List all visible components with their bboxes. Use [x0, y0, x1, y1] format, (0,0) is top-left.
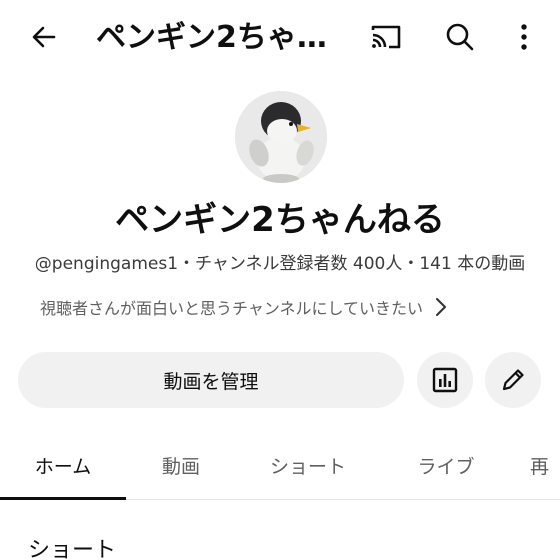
cast-button[interactable]: [362, 13, 410, 61]
channel-description-text: 視聴者さんが面白いと思うチャンネルにしていきたい: [40, 299, 424, 318]
manage-videos-button[interactable]: 動画を管理: [18, 352, 404, 408]
tab-partial[interactable]: 再: [530, 432, 560, 498]
channel-avatar[interactable]: [235, 91, 327, 183]
edit-pencil-icon: [502, 369, 524, 391]
channel-name: ペンギン2ちゃんねる: [115, 200, 445, 240]
channel-description[interactable]: 視聴者さんが面白いと思うチャンネルにしていきたい: [40, 294, 530, 320]
edit-channel-button[interactable]: [485, 352, 541, 408]
analytics-button[interactable]: [417, 352, 473, 408]
back-button[interactable]: [20, 13, 68, 61]
back-arrow-icon: [32, 26, 56, 48]
tab-home[interactable]: ホーム: [0, 432, 126, 498]
more-options-button[interactable]: [500, 13, 548, 61]
channel-meta: @pengingames1・チャンネル登録者数 400人・141 本の動画: [34, 254, 526, 274]
more-vertical-icon: [521, 24, 527, 50]
cast-icon: [371, 25, 401, 49]
top-bar-title: ペンギン2ちゃ…: [96, 20, 327, 55]
tab-shorts[interactable]: ショート: [246, 432, 370, 498]
analytics-icon: [432, 367, 458, 393]
shorts-section-title: ショート: [28, 538, 117, 560]
channel-page: ペンギン2ちゃ… ペンギン2ちゃんねる @pengingames1・チャンネル登…: [0, 0, 560, 560]
tab-live[interactable]: ライブ: [396, 432, 496, 498]
active-tab-indicator: [0, 497, 126, 500]
chevron-right-icon: [435, 297, 451, 317]
search-icon: [446, 23, 474, 51]
channel-tabs: ホーム 動画 ショート ライブ 再: [0, 432, 560, 500]
penguin-avatar-image: [235, 91, 327, 183]
top-app-bar: ペンギン2ちゃ…: [0, 0, 560, 72]
tab-videos[interactable]: 動画: [136, 432, 226, 498]
search-button[interactable]: [436, 13, 484, 61]
